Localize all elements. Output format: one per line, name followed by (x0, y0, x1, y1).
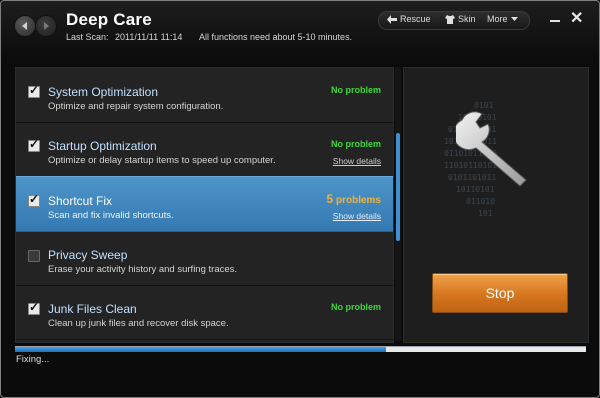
item-description: Optimize or delay startup items to speed… (48, 155, 276, 166)
rescue-button[interactable]: Rescue (387, 14, 431, 24)
progress-bar (15, 346, 586, 352)
list-scrollbar[interactable] (395, 67, 401, 341)
list-item-shortcut-fix[interactable]: Shortcut Fix Scan and fix invalid shortc… (16, 176, 393, 232)
item-description: Erase your activity history and surfing … (48, 264, 238, 275)
shirt-icon (445, 14, 455, 24)
more-label: More (487, 14, 508, 24)
status-badge: No problem (330, 85, 381, 95)
status-badge: No problem (330, 139, 381, 149)
nav-buttons (14, 14, 57, 37)
window-controls: ✕ (546, 10, 588, 28)
stop-button[interactable]: Stop (432, 273, 568, 313)
last-scan-label: Last Scan: (66, 32, 109, 42)
last-scan-value: 2011/11/11 11:14 (115, 32, 183, 42)
item-name: Shortcut Fix (48, 194, 113, 208)
skin-label: Skin (458, 14, 476, 24)
checkbox-shortcut-fix[interactable] (28, 192, 40, 207)
item-description: Optimize and repair system configuration… (48, 101, 224, 112)
svg-text:011010: 011010 (466, 197, 495, 206)
item-name: Privacy Sweep (48, 248, 128, 262)
scrollbar-thumb[interactable] (396, 133, 400, 241)
app-title: Deep Care (66, 10, 152, 29)
checkbox-privacy-sweep[interactable] (28, 250, 40, 262)
checkbox-system-optimization[interactable] (28, 83, 40, 98)
rescue-label: Rescue (400, 14, 431, 24)
item-description: Scan and fix invalid shortcuts. (48, 210, 174, 221)
list-item-privacy-sweep[interactable]: Privacy Sweep Erase your activity histor… (16, 231, 393, 286)
function-list: System Optimization Optimize and repair … (15, 67, 394, 343)
toolbar: Rescue Skin More (378, 11, 530, 30)
skin-button[interactable]: Skin (445, 14, 476, 24)
app-window: Deep Care Last Scan: 2011/11/11 11:14 Al… (0, 0, 600, 398)
show-details-link[interactable]: Show details (333, 156, 381, 166)
more-menu[interactable]: More (487, 14, 518, 24)
close-button[interactable]: ✕ (570, 8, 583, 28)
show-details-link[interactable]: Show details (333, 211, 381, 221)
progress-fill (15, 347, 387, 352)
checkbox-startup-optimization[interactable] (28, 137, 40, 152)
scan-note: All functions need about 5-10 minutes. (198, 32, 353, 42)
minimize-button[interactable] (550, 20, 560, 22)
checkbox-junk-files-clean[interactable] (28, 300, 40, 315)
arrow-left-icon (22, 22, 27, 30)
problem-count: 5 (326, 192, 334, 206)
list-item-junk-files-clean[interactable]: Junk Files Clean Clean up junk files and… (16, 285, 393, 340)
list-item-system-optimization[interactable]: System Optimization Optimize and repair … (16, 68, 393, 123)
progress-status: Fixing... (16, 354, 50, 365)
back-button[interactable] (14, 15, 36, 37)
chevron-down-icon (510, 16, 518, 21)
item-description: Clean up junk files and recover disk spa… (48, 318, 229, 329)
action-panel: 0101 10110101 0110101101 10101101011 011… (403, 67, 589, 343)
item-name: Junk Files Clean (48, 302, 137, 316)
scan-info: Last Scan: 2011/11/11 11:14 All function… (66, 32, 356, 42)
arrow-right-icon (44, 22, 49, 30)
wrench-icon (456, 111, 527, 187)
problem-label: problems (335, 195, 381, 206)
list-item-startup-optimization[interactable]: Startup Optimization Optimize or delay s… (16, 122, 393, 177)
svg-text:101: 101 (478, 209, 493, 218)
item-name: Startup Optimization (48, 139, 157, 153)
status-badge: 5 problems (327, 192, 381, 206)
forward-button[interactable] (35, 15, 57, 37)
status-badge: No problem (330, 302, 381, 312)
item-name: System Optimization (48, 85, 159, 99)
rescue-icon (387, 14, 397, 24)
